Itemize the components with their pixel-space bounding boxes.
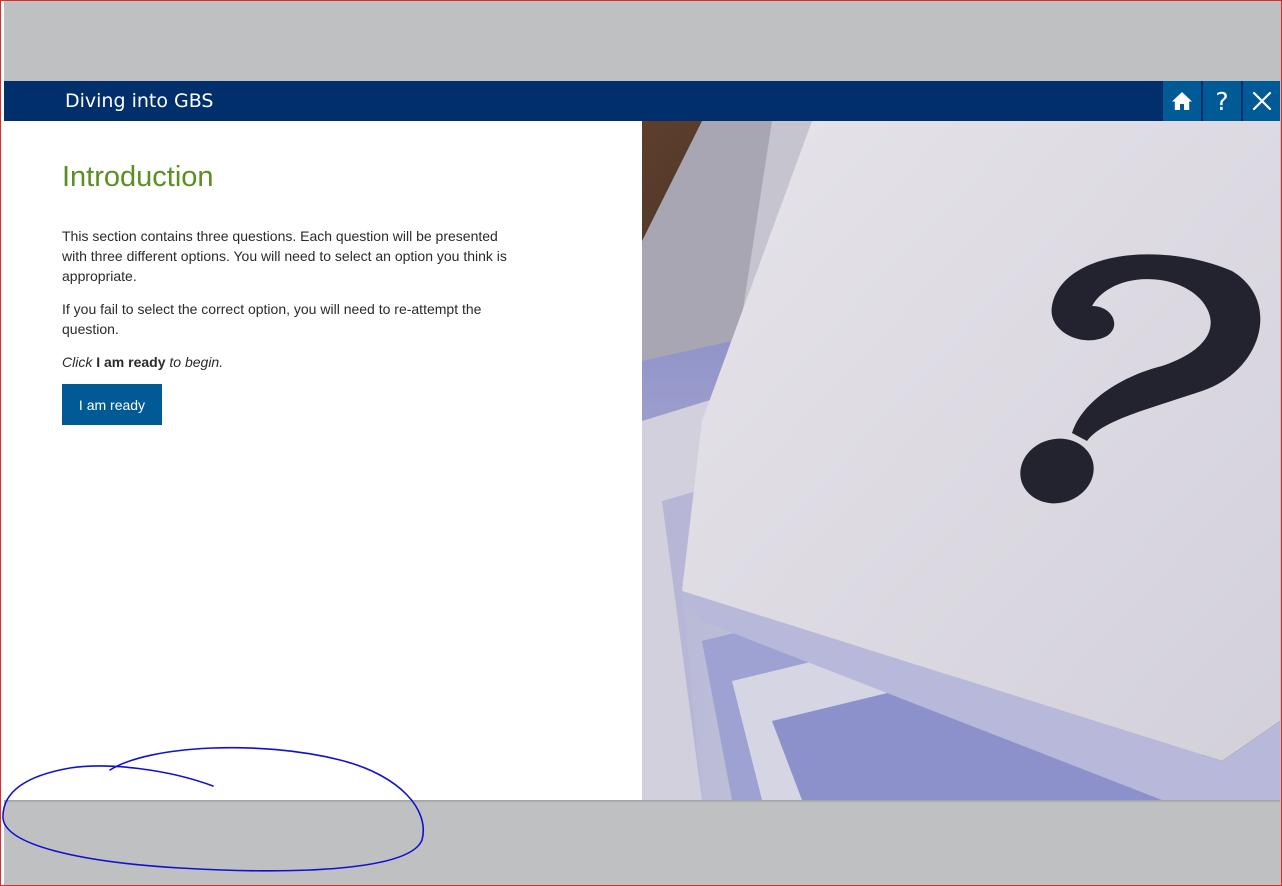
text-panel: Introduction This section contains three…: [4, 121, 642, 800]
bottom-shadow: [4, 800, 1280, 803]
instruction-suffix: to begin.: [165, 354, 224, 370]
home-button[interactable]: [1163, 81, 1201, 121]
content-area: Introduction This section contains three…: [4, 121, 1280, 800]
question-mark-cards-image: [642, 121, 1280, 800]
instruction-text: Click I am ready to begin.: [62, 352, 522, 372]
intro-paragraph-1: This section contains three questions. E…: [62, 228, 507, 284]
intro-paragraph-2: If you fail to select the correct option…: [62, 301, 482, 337]
instruction-bold: I am ready: [96, 354, 166, 370]
help-icon: ?: [1215, 86, 1229, 116]
instruction-prefix: Click: [62, 354, 97, 370]
close-icon: [1252, 91, 1271, 111]
course-title: Diving into GBS: [65, 90, 214, 112]
section-title: Introduction: [62, 161, 214, 193]
help-button[interactable]: ?: [1203, 81, 1241, 121]
home-icon: [1172, 92, 1192, 110]
header-bar: Diving into GBS ?: [4, 81, 1280, 121]
i-am-ready-button[interactable]: I am ready: [62, 384, 162, 425]
close-button[interactable]: [1243, 81, 1280, 121]
question-mark-image-svg: [642, 121, 1280, 800]
